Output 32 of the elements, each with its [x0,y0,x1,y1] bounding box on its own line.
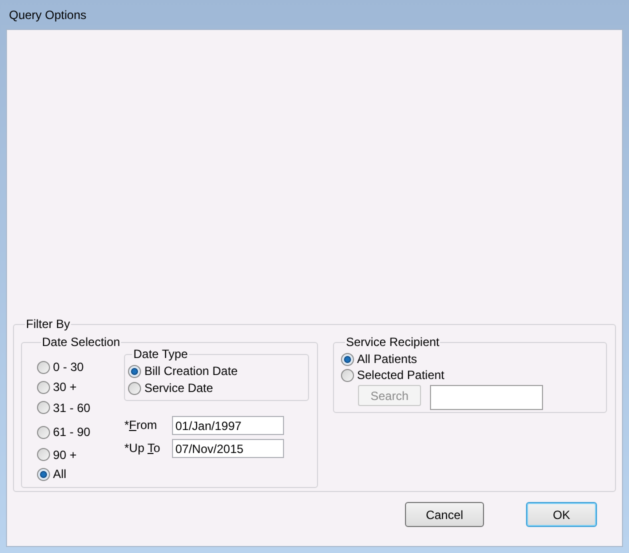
date-field[interactable]: 07/Nov/2015 [172,439,284,458]
radio-button[interactable] [341,352,354,366]
field-label: *From [124,417,158,434]
window-title: Query Options [9,6,86,24]
radio-label[interactable]: 0 - 30 [53,358,84,376]
radio-label[interactable]: 30 + [53,378,77,396]
radio-button[interactable] [128,382,142,394]
radio-button[interactable] [341,368,354,382]
radio-button[interactable] [37,468,50,481]
date-field[interactable]: 01/Jan/1997 [172,416,284,435]
radio-button[interactable] [37,380,50,394]
radio-label[interactable]: 61 - 90 [53,423,90,442]
dialog-button[interactable]: OK [526,502,597,527]
group-title: Date Selection [41,334,122,351]
radio-label[interactable]: Selected Patient [357,366,444,384]
radio-label[interactable]: Service Date [144,379,214,397]
group-title: Filter By [25,316,72,333]
radio-label[interactable]: All Patients [357,350,418,368]
radio-label[interactable]: Bill Creation Date [144,362,238,380]
patient-field[interactable] [430,385,543,410]
radio-label[interactable]: 90 + [53,446,77,464]
radio-label[interactable]: All [53,465,66,484]
radio-button[interactable] [128,364,142,378]
group-title: Service Recipient [345,334,440,351]
group-title: Date Type [132,346,189,363]
radio-label[interactable]: 31 - 60 [53,398,90,417]
dialog-button[interactable]: Cancel [405,502,484,527]
radio-button[interactable] [37,448,50,462]
radio-button[interactable] [37,426,50,439]
radio-button[interactable] [37,401,50,414]
field-label: *Up To [124,440,162,457]
radio-button[interactable] [37,360,50,374]
